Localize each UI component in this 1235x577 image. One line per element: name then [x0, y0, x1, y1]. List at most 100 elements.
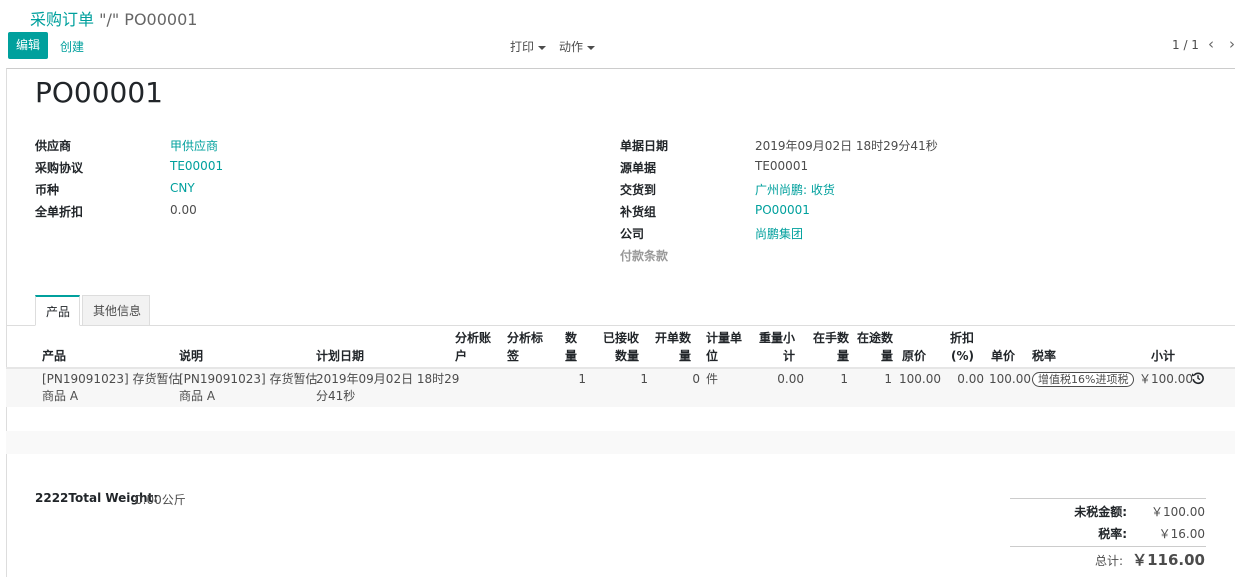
- group-link[interactable]: PO00001: [755, 203, 810, 217]
- currency-link[interactable]: CNY: [170, 181, 195, 195]
- discount-label: 全单折扣: [35, 205, 84, 219]
- table-row-empty: [6, 431, 1235, 454]
- edit-button[interactable]: 编辑: [8, 32, 48, 59]
- breadcrumb-separator: "/": [94, 10, 125, 29]
- chevron-right-icon[interactable]: ›: [1229, 36, 1235, 52]
- col-uom-line2: 位: [706, 349, 719, 363]
- col-received-line1: 已接收: [602, 331, 639, 345]
- company-link[interactable]: 尚鹏集团: [755, 225, 803, 242]
- col-onhand-line2: 量: [836, 349, 849, 363]
- col-qty-line2: 量: [565, 349, 578, 363]
- company-label: 公司: [620, 227, 645, 241]
- action-dropdown-label: 动作: [559, 40, 584, 54]
- cell-onhand: 1: [840, 372, 848, 386]
- untaxed-label: 未税金额:: [1074, 505, 1127, 519]
- tax-tag[interactable]: 增值税16%进项税: [1032, 372, 1135, 387]
- col-qty-line1: 数: [565, 331, 578, 345]
- col-billed-line1: 开单数: [654, 331, 691, 345]
- deliver-link[interactable]: 广州尚鹏: 收货: [755, 181, 835, 198]
- total-value: ￥116.00: [1132, 551, 1205, 569]
- breadcrumb-parent-link[interactable]: 采购订单: [30, 10, 94, 29]
- untaxed-value: ￥100.00: [1151, 505, 1205, 519]
- tab-other-info[interactable]: 其他信息: [82, 295, 150, 326]
- col-discount-line1: 折扣: [949, 331, 974, 345]
- date-label: 单据日期: [620, 139, 669, 153]
- breadcrumb-current: PO00001: [124, 10, 198, 29]
- col-date[interactable]: 计划日期: [316, 347, 364, 365]
- tab-products[interactable]: 产品: [35, 295, 80, 326]
- pager-value[interactable]: 1 / 1: [1172, 38, 1199, 52]
- cell-description-line2: 商品 A: [179, 389, 216, 403]
- caret-down-icon: [587, 45, 596, 50]
- col-tax[interactable]: 税率: [1032, 347, 1056, 365]
- payment-terms-label: 付款条款: [620, 249, 669, 263]
- col-analytic-tag-line2: 签: [507, 349, 520, 363]
- cell-uom: 件: [706, 372, 719, 386]
- action-dropdown[interactable]: 动作: [559, 38, 596, 55]
- chevron-left-icon[interactable]: ‹: [1208, 36, 1218, 52]
- cell-qty: 1: [578, 372, 586, 386]
- col-analytic-tag-line1: 分析标: [507, 331, 544, 345]
- total-weight-value: 0.00公斤: [135, 493, 186, 507]
- col-analytic-account[interactable]: 分析账 户: [455, 329, 491, 365]
- col-billed-line2: 量: [678, 349, 691, 363]
- col-analytic-tag[interactable]: 分析标 签: [507, 329, 543, 365]
- print-dropdown-label: 打印: [510, 40, 535, 54]
- history-icon[interactable]: [1191, 371, 1205, 385]
- col-onhand[interactable]: 在手数 量: [812, 329, 849, 365]
- cell-weight: 0.00: [777, 372, 804, 386]
- col-analytic-account-line1: 分析账: [455, 331, 492, 345]
- cell-price: 100.00: [899, 372, 941, 386]
- source-label: 源单据: [620, 161, 657, 175]
- col-uom[interactable]: 计量单 位: [706, 329, 742, 365]
- tax-value: ￥16.00: [1158, 527, 1205, 541]
- cell-product: [PN19091023] 存货暂估 商品 A: [42, 371, 180, 405]
- currency-label: 币种: [35, 183, 60, 197]
- col-qty[interactable]: 数 量: [565, 329, 577, 365]
- tab-divider: [6, 325, 1235, 326]
- cell-date-line2: 分41秒: [316, 389, 356, 403]
- vendor-link[interactable]: 甲供应商: [170, 137, 218, 154]
- col-discount[interactable]: 折扣 (%): [945, 329, 974, 365]
- col-transit[interactable]: 在途数 量: [856, 329, 893, 365]
- cell-date-line1: 2019年09月02日 18时29: [316, 372, 460, 386]
- totals-top-border: [1010, 498, 1206, 499]
- page-title: PO00001: [35, 76, 163, 109]
- col-billed[interactable]: 开单数 量: [654, 329, 691, 365]
- cell-billed: 0: [692, 372, 700, 386]
- col-subtotal[interactable]: 小计: [1151, 347, 1175, 365]
- col-product[interactable]: 产品: [42, 347, 66, 365]
- group-label: 补货组: [620, 205, 657, 219]
- col-uom-line1: 计量单: [706, 331, 743, 345]
- cell-date: 2019年09月02日 18时29 分41秒: [316, 371, 459, 405]
- discount-value: 0.00: [170, 203, 197, 217]
- col-transit-line2: 量: [880, 349, 893, 363]
- col-received[interactable]: 已接收 数量: [601, 329, 639, 365]
- print-dropdown[interactable]: 打印: [510, 38, 547, 55]
- cell-description: [PN19091023] 存货暂估 商品 A: [179, 371, 317, 405]
- caret-down-icon: [538, 45, 547, 50]
- cell-transit: 1: [884, 372, 892, 386]
- col-price[interactable]: 原价: [902, 347, 926, 365]
- col-weight[interactable]: 重量小 计: [757, 329, 795, 365]
- col-weight-line2: 计: [782, 349, 795, 363]
- tax-label: 税率:: [1098, 527, 1127, 541]
- create-button[interactable]: 创建: [60, 38, 84, 55]
- deliver-label: 交货到: [620, 183, 657, 197]
- agreement-label: 采购协议: [35, 161, 84, 175]
- cell-discount: 0.00: [957, 372, 984, 386]
- total-label: 总计:: [1094, 554, 1123, 568]
- col-transit-line1: 在途数: [856, 331, 893, 345]
- col-unit-price[interactable]: 单价: [991, 347, 1015, 365]
- cell-unit-price: 100.00: [989, 372, 1031, 386]
- col-discount-line2: (%): [951, 349, 974, 363]
- col-onhand-line1: 在手数: [812, 331, 849, 345]
- agreement-link[interactable]: TE00001: [170, 159, 223, 173]
- breadcrumb: 采购订单 "/" PO00001: [30, 6, 197, 30]
- cell-description-line1: [PN19091023] 存货暂估: [179, 372, 318, 386]
- cell-product-line1: [PN19091023] 存货暂估: [42, 372, 181, 386]
- col-description[interactable]: 说明: [179, 347, 203, 365]
- col-analytic-account-line2: 户: [455, 349, 468, 363]
- vendor-label: 供应商: [35, 139, 72, 153]
- col-weight-line1: 重量小: [758, 331, 795, 345]
